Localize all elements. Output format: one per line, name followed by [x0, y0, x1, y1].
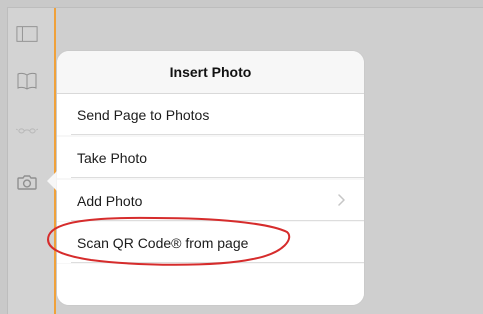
popover-title: Insert Photo: [57, 51, 364, 94]
send-page-to-photos-item[interactable]: Send Page to Photos: [57, 94, 364, 135]
menu-item-label: Scan QR Code® from page: [77, 234, 249, 251]
empty-row: [57, 264, 364, 305]
insert-photo-popover: Insert Photo Send Page to Photos Take Ph…: [57, 51, 364, 305]
menu-item-label: Add Photo: [77, 192, 143, 209]
chevron-right-icon: [337, 193, 347, 207]
menu-item-label: Take Photo: [77, 149, 148, 166]
glasses-icon[interactable]: [16, 119, 38, 141]
sidebar-toggle-icon[interactable]: [16, 23, 38, 45]
sidebar: [8, 8, 54, 314]
scan-qr-code-item[interactable]: Scan QR Code® from page: [57, 222, 364, 263]
add-photo-item[interactable]: Add Photo: [57, 180, 364, 221]
camera-icon[interactable]: [16, 171, 38, 193]
take-photo-item[interactable]: Take Photo: [57, 137, 364, 178]
sidebar-divider: [54, 8, 56, 314]
menu-item-label: Send Page to Photos: [77, 106, 210, 123]
popover-arrow: [47, 171, 57, 191]
book-icon[interactable]: [16, 70, 38, 92]
